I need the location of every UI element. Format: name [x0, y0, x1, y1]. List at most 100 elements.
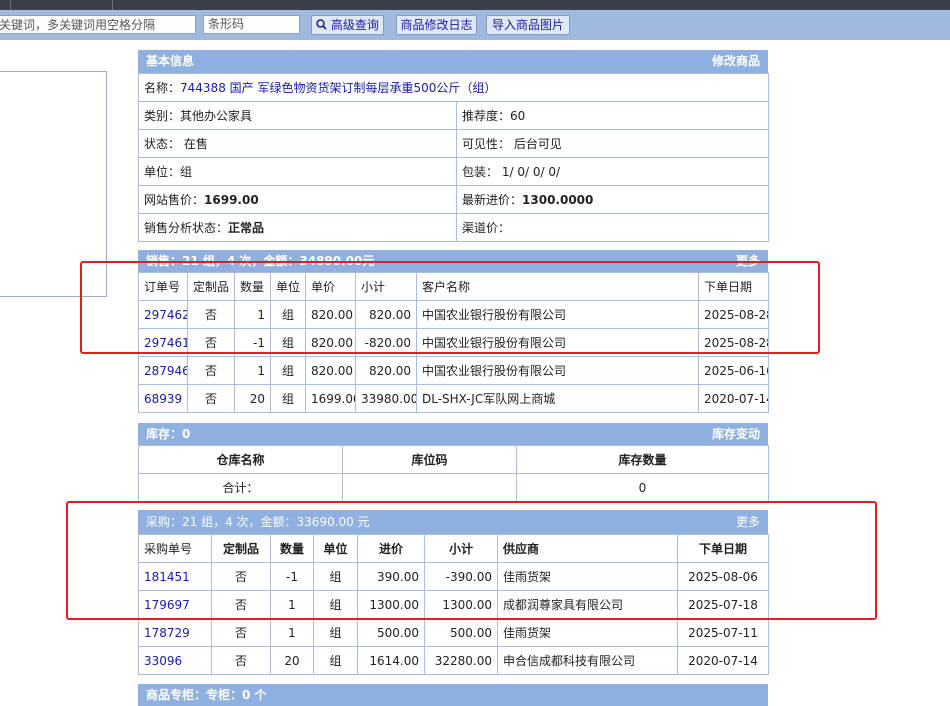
order-number-link[interactable]: 68939: [138, 384, 188, 413]
search-toolbar: 关键词，多关键词用空格分隔 条形码 高级查询 商品修改日志 导入商品图片: [0, 10, 950, 40]
table-cell: 否: [187, 384, 235, 413]
table-cell: 中国农业银行股份有限公司: [416, 328, 699, 357]
column-header: 库位码: [342, 445, 517, 474]
table-cell: 1: [270, 590, 314, 619]
table-cell: 2025-08-28: [698, 300, 769, 329]
section-title: 商品专柜：专柜：0 个: [146, 688, 267, 702]
advanced-search-label: 高级查询: [330, 18, 379, 32]
table-cell: 否: [187, 328, 235, 357]
table-cell: 820.00: [305, 328, 356, 357]
purchase-more-link[interactable]: 更多: [736, 510, 760, 534]
table-cell: 20: [234, 384, 271, 413]
table-row: 68939 否 20 组 1699.00 33980.00 DL-SHX-JC军…: [138, 384, 769, 413]
table-cell: -820.00: [355, 328, 417, 357]
table-cell: 组: [313, 618, 358, 647]
table-cell: 否: [211, 562, 271, 591]
table-cell: 佳雨货架: [497, 562, 678, 591]
left-panel: [0, 71, 107, 297]
visibility-value: 后台可见: [513, 137, 562, 151]
column-header: 数量: [234, 272, 271, 301]
table-cell: 820.00: [305, 356, 356, 385]
table-cell: 成都润尊家具有限公司: [497, 590, 678, 619]
table-cell: 否: [187, 300, 235, 329]
divider: [10, 0, 11, 10]
sales-more-link[interactable]: 更多: [736, 250, 760, 272]
sales-header: 销售：21 组，4 次，金额：34890.00元 更多: [138, 250, 768, 272]
table-cell: 否: [187, 356, 235, 385]
table-row: 287946 否 1 组 820.00 820.00 中国农业银行股份有限公司 …: [138, 356, 769, 385]
table-row: 类别：其他办公家具 推荐度：60: [138, 101, 770, 130]
table-cell: 2025-07-11: [677, 618, 769, 647]
sales-status-cell: 销售分析状态：正常品: [138, 213, 457, 242]
latest-cost-cell: 最新进价：1300.0000: [455, 185, 770, 214]
column-header: 供应商: [497, 534, 678, 563]
table-cell: 1: [270, 618, 314, 647]
table-cell: 2020-07-14: [677, 646, 769, 675]
unit-cell: 单位：组: [138, 157, 457, 186]
table-row: 297461 否 -1 组 820.00 -820.00 中国农业银行股份有限公…: [138, 328, 769, 357]
column-header: 仓库名称: [138, 445, 343, 474]
order-number-link[interactable]: 297461: [138, 328, 188, 357]
modify-log-button[interactable]: 商品修改日志: [396, 15, 477, 35]
table-cell: 组: [270, 356, 306, 385]
table-row: 合计： 0: [138, 473, 769, 502]
table-cell: 1300.00: [424, 590, 498, 619]
table-row: 销售分析状态：正常品 渠道价：: [138, 213, 770, 242]
table-row: 181451 否 -1 组 390.00 -390.00 佳雨货架 2025-0…: [138, 562, 769, 591]
table-cell: -1: [270, 562, 314, 591]
table-cell: DL-SHX-JC军队网上商城: [416, 384, 699, 413]
basic-info-header: 基本信息 修改商品: [138, 50, 768, 73]
import-images-button[interactable]: 导入商品图片: [486, 15, 570, 35]
purchase-number-link[interactable]: 181451: [138, 562, 212, 591]
sales-status-value: 正常品: [228, 221, 265, 235]
recommend-cell: 推荐度：60: [455, 101, 770, 130]
purchase-table: 采购单号 定制品 数量 单位 进价 小计 供应商 下单日期 181451 否 -…: [138, 534, 769, 675]
table-cell: 组: [313, 562, 358, 591]
product-name-link[interactable]: 744388 国产 军绿色物资货架订制每层承重500公斤（组）: [180, 81, 496, 95]
table-cell: 否: [211, 646, 271, 675]
sales-table: 订单号 定制品 数量 单位 单价 小计 客户名称 下单日期 297462 否 1…: [138, 272, 769, 413]
section-title: 销售：21 组，4 次，金额：34890.00元: [146, 254, 375, 268]
table-cell: 20: [270, 646, 314, 675]
table-cell: 申合信成都科技有限公司: [497, 646, 678, 675]
inventory-change-link[interactable]: 库存变动: [712, 423, 760, 445]
top-strip: [0, 0, 950, 10]
table-cell: -390.00: [424, 562, 498, 591]
inventory-header: 库存：0 库存变动: [138, 423, 768, 445]
column-header: 单位: [270, 272, 306, 301]
table-cell: [342, 473, 517, 502]
column-header: 数量: [270, 534, 314, 563]
total-qty: 0: [516, 473, 769, 502]
table-row: 单位：组 包装： 1/ 0/ 0/ 0/: [138, 157, 770, 186]
order-number-link[interactable]: 297462: [138, 300, 188, 329]
table-row: 网站售价：1699.00 最新进价：1300.0000: [138, 185, 770, 214]
purchase-number-link[interactable]: 179697: [138, 590, 212, 619]
total-label: 合计：: [138, 473, 343, 502]
table-cell: 1614.00: [357, 646, 425, 675]
purchase-number-link[interactable]: 33096: [138, 646, 212, 675]
divider: [112, 0, 113, 10]
table-row: 33096 否 20 组 1614.00 32280.00 申合信成都科技有限公…: [138, 646, 769, 675]
table-cell: -1: [234, 328, 271, 357]
table-cell: 820.00: [355, 356, 417, 385]
table-cell: 32280.00: [424, 646, 498, 675]
table-cell: 组: [313, 646, 358, 675]
table-cell: 组: [313, 590, 358, 619]
field-label: 可见性：: [462, 137, 511, 151]
table-cell: 1: [234, 300, 271, 329]
purchase-number-link[interactable]: 178729: [138, 618, 212, 647]
site-price-value: 1699.00: [204, 193, 259, 207]
column-header: 小计: [424, 534, 498, 563]
table-cell: 820.00: [305, 300, 356, 329]
keyword-search-input[interactable]: 关键词，多关键词用空格分隔: [0, 15, 196, 34]
section-title: 库存：0: [146, 427, 191, 441]
table-row: 名称：744388 国产 军绿色物资货架订制每层承重500公斤（组）: [137, 73, 770, 102]
edit-product-link[interactable]: 修改商品: [712, 50, 760, 73]
advanced-search-button[interactable]: 高级查询: [311, 15, 384, 35]
table-row: 178729 否 1 组 500.00 500.00 佳雨货架 2025-07-…: [138, 618, 769, 647]
field-label: 名称：: [144, 81, 181, 95]
table-row: 179697 否 1 组 1300.00 1300.00 成都润尊家具有限公司 …: [138, 590, 769, 619]
table-cell: 否: [211, 590, 271, 619]
order-number-link[interactable]: 287946: [138, 356, 188, 385]
barcode-input[interactable]: 条形码: [203, 15, 300, 34]
